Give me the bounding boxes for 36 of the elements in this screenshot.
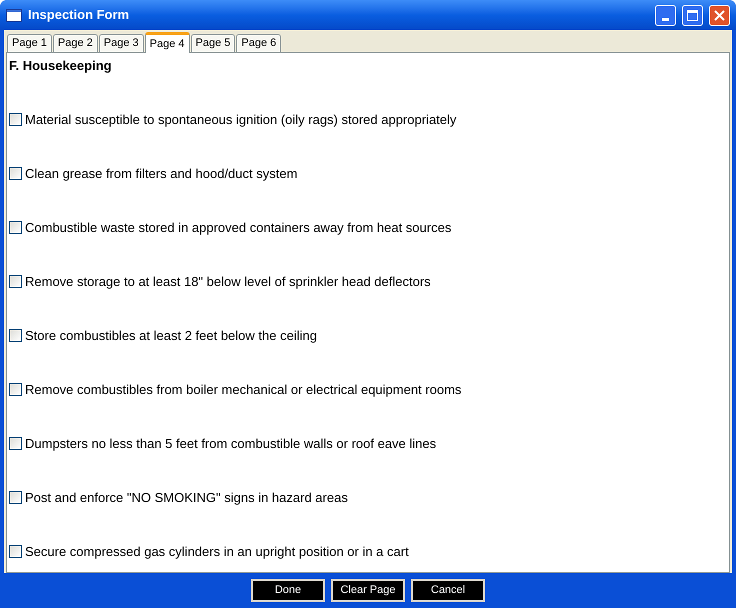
checkbox[interactable] <box>9 275 22 288</box>
checkbox-label: Combustible waste stored in approved containers away from heat sources <box>25 218 452 237</box>
section-heading: F. Housekeeping <box>9 57 113 75</box>
close-icon <box>714 10 725 20</box>
checkbox-label: Material susceptible to spontaneous ignition (oily rags) stored appropriately <box>25 110 456 129</box>
tab[interactable]: Page 5 <box>190 34 236 52</box>
tab[interactable]: Page 4 <box>144 32 190 53</box>
maximize-button[interactable] <box>682 4 703 26</box>
checkbox-label: Remove storage to at least 18" below level of sprinkler head deflectors <box>25 272 431 291</box>
checkbox-label: Secure compressed gas cylinders in an upright position or in a cart <box>25 542 409 561</box>
tab[interactable]: Page 6 <box>236 34 282 52</box>
window-title: Inspection Form <box>28 6 130 24</box>
checkbox-label: Store combustibles at least 2 feet below the ceiling <box>25 326 317 345</box>
checkbox-label: Post and enforce "NO SMOKING" signs in hazard areas <box>25 488 348 507</box>
tab[interactable]: Page 1 <box>7 34 52 52</box>
checkbox[interactable] <box>9 491 22 504</box>
dialog-button[interactable]: Clear Page <box>331 579 405 602</box>
dialog-button[interactable]: Done <box>251 579 325 602</box>
checkbox[interactable] <box>9 167 22 180</box>
maximize-icon <box>687 10 698 20</box>
checkbox[interactable] <box>9 383 22 396</box>
checkbox-label: Clean grease from filters and hood/duct system <box>25 164 298 183</box>
window-icon <box>6 8 22 22</box>
close-button[interactable] <box>709 4 730 26</box>
tab[interactable]: Page 2 <box>52 34 98 52</box>
checkbox-label: Dumpsters no less than 5 feet from combustible walls or roof eave lines <box>25 434 436 453</box>
minimize-button[interactable] <box>655 4 676 26</box>
checkbox[interactable] <box>9 329 22 342</box>
checkbox[interactable] <box>9 437 22 450</box>
minimize-icon <box>662 18 669 20</box>
checkbox-label: Remove combustibles from boiler mechanical or electrical equipment rooms <box>25 380 462 399</box>
checkbox[interactable] <box>9 113 22 126</box>
checkbox[interactable] <box>9 221 22 234</box>
checkbox[interactable] <box>9 545 22 558</box>
dialog-button[interactable]: Cancel <box>411 579 485 602</box>
tab[interactable]: Page 3 <box>98 34 144 52</box>
